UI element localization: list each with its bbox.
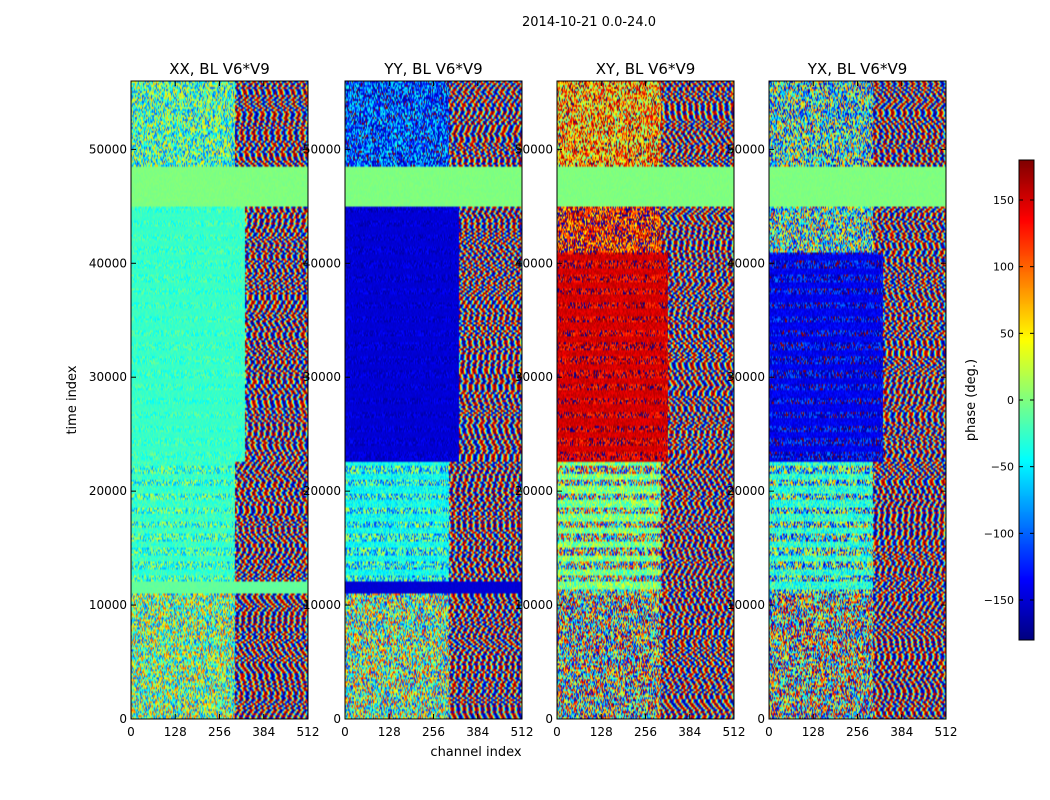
colorbar-tick-label: 0 bbox=[1007, 394, 1014, 407]
x-tick-label: 256 bbox=[634, 725, 657, 739]
y-tick-label: 50000 bbox=[303, 142, 341, 156]
x-tick-label: 512 bbox=[297, 725, 320, 739]
y-tick-label: 30000 bbox=[727, 370, 765, 384]
y-tick-label: 20000 bbox=[303, 484, 341, 498]
y-tick-label: 40000 bbox=[515, 256, 553, 270]
x-tick-label: 384 bbox=[678, 725, 701, 739]
x-tick-label: 384 bbox=[890, 725, 913, 739]
heatmap-image bbox=[131, 81, 308, 719]
y-tick-label: 20000 bbox=[89, 484, 127, 498]
colorbar-tick-label: 50 bbox=[1000, 327, 1014, 340]
y-tick-label: 40000 bbox=[89, 256, 127, 270]
panel-title: XX, BL V6*V9 bbox=[169, 60, 270, 78]
heatmap-panel: XY, BL V6*V9 0 128 256 384 512 0 10000 20000 3000… bbox=[515, 60, 746, 739]
panel-title: XY, BL V6*V9 bbox=[596, 60, 696, 78]
x-tick-label: 256 bbox=[422, 725, 445, 739]
x-tick-label: 384 bbox=[252, 725, 275, 739]
colorbar: −150 −100 −50 0 50 100 150 phase (deg.) bbox=[964, 159, 1035, 641]
y-tick-label: 50000 bbox=[515, 142, 553, 156]
colorbar-label: phase (deg.) bbox=[964, 359, 979, 441]
y-tick-label: 40000 bbox=[303, 256, 341, 270]
heatmap-panel: YY, BL V6*V9 0 128 256 384 512 0 10000 20000 3000… bbox=[303, 60, 534, 739]
x-tick-label: 384 bbox=[466, 725, 489, 739]
heatmap-image bbox=[345, 81, 522, 719]
y-tick-label: 10000 bbox=[303, 598, 341, 612]
x-tick-label: 128 bbox=[590, 725, 613, 739]
y-axis-label: time index bbox=[65, 365, 80, 434]
y-tick-label: 0 bbox=[545, 712, 553, 726]
figure-suptitle: 2014-10-21 0.0-24.0 bbox=[522, 15, 656, 30]
x-tick-label: 128 bbox=[378, 725, 401, 739]
y-tick-label: 10000 bbox=[89, 598, 127, 612]
colorbar-tick-label: 150 bbox=[993, 194, 1014, 207]
y-tick-label: 20000 bbox=[515, 484, 553, 498]
y-tick-label: 30000 bbox=[89, 370, 127, 384]
heatmap-panel: XX, BL V6*V9 0 128 256 384 512 0 10000 20000 3000… bbox=[89, 60, 320, 739]
y-tick-label: 10000 bbox=[515, 598, 553, 612]
y-tick-label: 50000 bbox=[727, 142, 765, 156]
y-tick-label: 30000 bbox=[303, 370, 341, 384]
x-tick-label: 512 bbox=[723, 725, 746, 739]
x-tick-label: 128 bbox=[802, 725, 825, 739]
y-tick-label: 50000 bbox=[89, 142, 127, 156]
y-tick-label: 0 bbox=[119, 712, 127, 726]
x-axis-label: channel index bbox=[430, 745, 521, 760]
y-tick-label: 10000 bbox=[727, 598, 765, 612]
y-tick-label: 0 bbox=[757, 712, 765, 726]
x-tick-label: 256 bbox=[846, 725, 869, 739]
x-tick-label: 512 bbox=[935, 725, 958, 739]
y-tick-label: 30000 bbox=[515, 370, 553, 384]
colorbar-tick-label: −100 bbox=[984, 527, 1014, 540]
heatmap-panel: YX, BL V6*V9 0 128 256 384 512 0 10000 20000 3000… bbox=[727, 60, 958, 739]
x-tick-label: 512 bbox=[511, 725, 534, 739]
heatmap-image bbox=[557, 81, 734, 719]
x-tick-label: 0 bbox=[341, 725, 349, 739]
x-tick-label: 0 bbox=[127, 725, 135, 739]
x-tick-label: 0 bbox=[553, 725, 561, 739]
y-tick-label: 20000 bbox=[727, 484, 765, 498]
panel-title: YX, BL V6*V9 bbox=[807, 60, 908, 78]
colorbar-tick-label: −50 bbox=[991, 461, 1014, 474]
figure: 2014-10-21 0.0-24.0 channel index time i… bbox=[65, 15, 1035, 760]
colorbar-tick-label: −150 bbox=[984, 594, 1014, 607]
panel-title: YY, BL V6*V9 bbox=[383, 60, 482, 78]
y-tick-label: 40000 bbox=[727, 256, 765, 270]
y-tick-label: 0 bbox=[333, 712, 341, 726]
x-tick-label: 0 bbox=[765, 725, 773, 739]
x-tick-label: 128 bbox=[164, 725, 187, 739]
heatmap-panels: XX, BL V6*V9 0 128 256 384 512 0 10000 20000 3000… bbox=[89, 60, 958, 739]
heatmap-image bbox=[769, 81, 946, 719]
x-tick-label: 256 bbox=[208, 725, 231, 739]
colorbar-tick-label: 100 bbox=[993, 261, 1014, 274]
